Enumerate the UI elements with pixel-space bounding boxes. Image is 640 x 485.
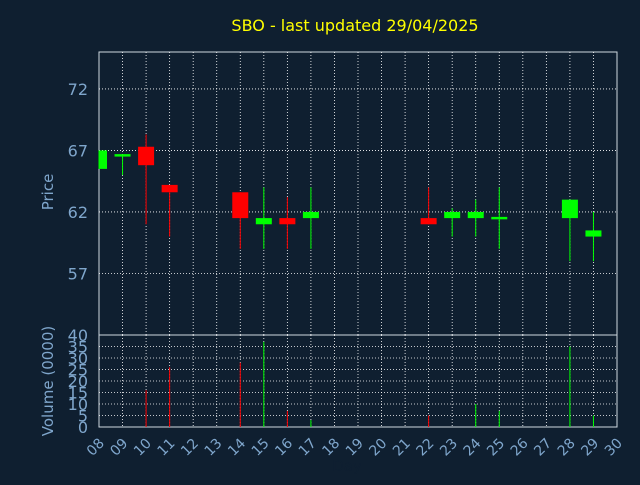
x-tick-label: 12 xyxy=(178,436,202,460)
candle xyxy=(444,208,461,237)
volume-axis-label: Volume (0000) xyxy=(39,326,57,436)
candle xyxy=(585,211,602,262)
candle xyxy=(98,150,107,169)
x-tick-label: 11 xyxy=(155,436,179,460)
candle xyxy=(161,184,178,237)
candle-body xyxy=(561,199,578,219)
x-tick-label: 13 xyxy=(202,436,226,460)
candle-body xyxy=(491,216,508,220)
x-tick-label: 27 xyxy=(531,436,555,460)
x-tick-label: 21 xyxy=(390,436,414,460)
candles xyxy=(98,134,602,262)
x-tick-label: 09 xyxy=(107,436,131,460)
x-tick-label: 14 xyxy=(225,435,249,459)
candle xyxy=(279,197,296,249)
x-tick-label: 15 xyxy=(249,436,273,460)
x-axis-label: Day xyxy=(332,457,362,475)
volume-bars xyxy=(145,341,594,427)
chart-title: SBO - last updated 29/04/2025 xyxy=(231,16,478,35)
price-tick-label: 67 xyxy=(68,141,88,160)
x-tick-label: 10 xyxy=(131,436,155,460)
chart-svg: SBO - last updated 29/04/2025 57 62 67 72 0… xyxy=(39,16,626,475)
candle-body xyxy=(138,146,155,166)
price-grid xyxy=(99,52,617,335)
volume-tick-labels: 0510152025303540 xyxy=(68,326,88,437)
candle xyxy=(255,187,272,249)
price-tick-labels: 57 62 67 72 xyxy=(68,80,88,284)
candle xyxy=(561,199,578,262)
x-tick-label: 23 xyxy=(437,436,461,460)
price-tick-label: 57 xyxy=(68,264,88,283)
x-tick-label: 25 xyxy=(484,436,508,460)
candle-body xyxy=(467,211,484,219)
x-tick-label: 18 xyxy=(319,436,343,460)
candle-body xyxy=(279,218,296,225)
chart-root: SBO - last updated 29/04/2025 57 62 67 72 0… xyxy=(0,0,640,480)
candle-body xyxy=(302,211,319,219)
price-tick-label: 72 xyxy=(68,80,88,99)
x-tick-label: 20 xyxy=(366,436,390,460)
price-axis-label: Price xyxy=(39,174,57,211)
candle xyxy=(138,134,155,225)
candle-body xyxy=(114,154,131,157)
x-tick-label: 16 xyxy=(272,435,296,459)
candle xyxy=(114,154,131,176)
candle xyxy=(491,187,508,249)
candle-body xyxy=(585,230,602,237)
x-tick-label: 26 xyxy=(508,435,532,459)
volume-grid xyxy=(99,335,617,427)
candle xyxy=(467,199,484,237)
x-tick-label: 22 xyxy=(414,436,438,460)
x-tick-label: 30 xyxy=(602,436,626,460)
candle-body xyxy=(444,211,461,219)
x-tick-label: 28 xyxy=(555,436,579,460)
candle-body xyxy=(99,150,107,169)
x-tick-label: 08 xyxy=(84,436,108,460)
candle-body xyxy=(255,218,272,225)
candle-body xyxy=(161,184,178,193)
candle-body xyxy=(420,218,437,225)
candle xyxy=(232,192,249,249)
price-tick-label: 62 xyxy=(68,203,88,222)
candle xyxy=(302,187,319,249)
x-tick-labels: 08 09 10 11 12 13 14 15 16 17 18 19 20 21 22 23 24 25 26 27… xyxy=(84,435,626,459)
volume-tick-label: 40 xyxy=(68,326,88,345)
x-tick-label: 17 xyxy=(296,436,320,460)
candle-body xyxy=(232,192,249,219)
x-tick-label: 29 xyxy=(578,436,602,460)
x-tick-label: 19 xyxy=(343,436,367,460)
x-tick-label: 24 xyxy=(461,435,485,459)
candle xyxy=(420,187,437,225)
